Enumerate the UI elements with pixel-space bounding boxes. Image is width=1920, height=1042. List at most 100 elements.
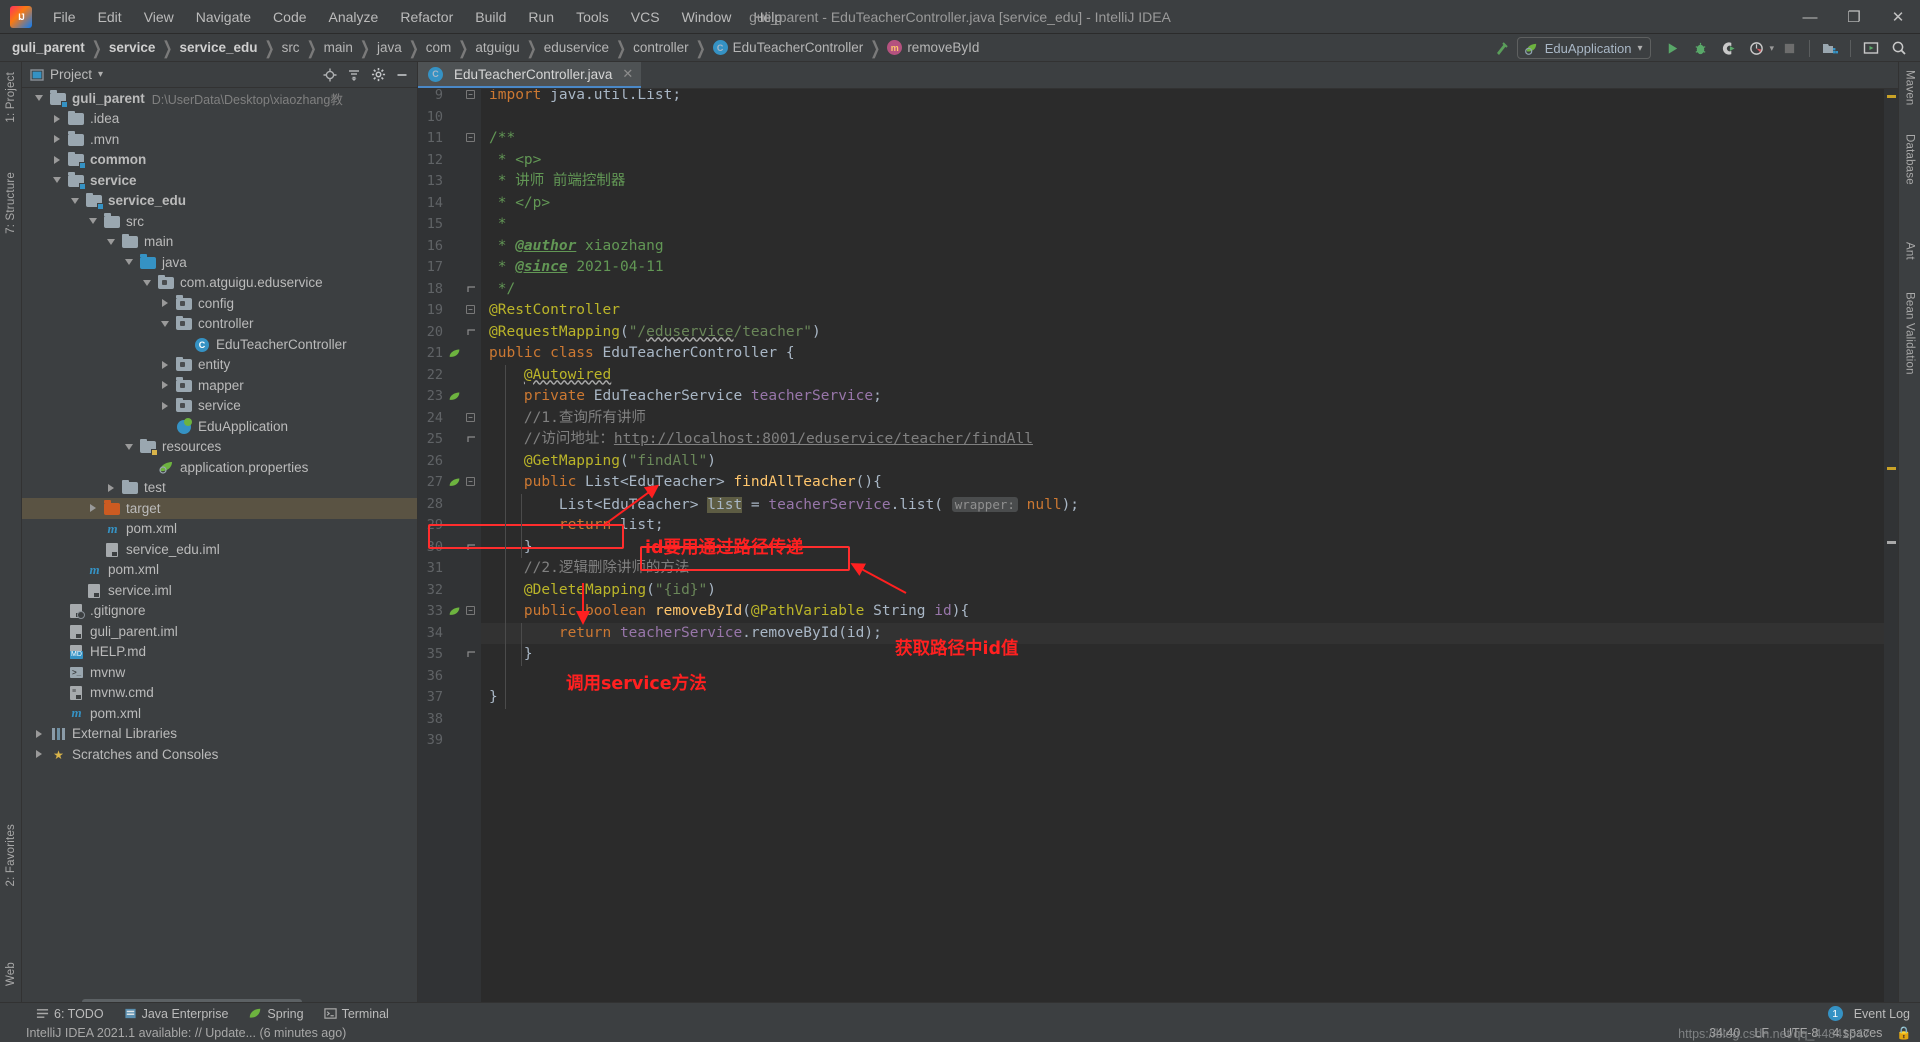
tree-item-java[interactable]: java [22,252,417,273]
project-tree[interactable]: guli_parent D:\UserData\Desktop\xiaozhang… [22,88,417,1006]
fold-end-icon[interactable] [466,284,477,295]
code-line-24[interactable]: //1.查询所有讲师 [489,408,646,430]
tool-window-web[interactable]: Web [5,962,17,986]
tree-item--mvn[interactable]: .mvn [22,129,417,150]
fold-open-icon[interactable]: − [466,305,475,314]
code-line-9[interactable]: import java.util.List; [489,89,681,107]
tree-item-common[interactable]: common [22,150,417,171]
project-structure-icon[interactable] [1817,36,1843,60]
chevron-right-icon[interactable] [154,401,176,410]
code-line-11[interactable]: /** [489,128,515,150]
code-line-23[interactable]: private EduTeacherService teacherService… [489,386,882,408]
menu-build[interactable]: Build [464,5,517,29]
chevron-right-icon[interactable] [28,729,50,738]
code-line-32[interactable]: @DeleteMapping("{id}") [489,580,716,602]
tree-item-service-edu-iml[interactable]: service_edu.iml [22,539,417,560]
menu-window[interactable]: Window [671,5,743,29]
tool-window-maven[interactable]: Maven [1904,70,1916,106]
chevron-down-icon[interactable] [118,259,140,266]
code-line-33[interactable]: public boolean removeById(@PathVariable … [489,601,969,623]
marker-warning[interactable] [1887,467,1896,470]
breadcrumb-item-src[interactable]: src [282,40,300,55]
fold-open-icon[interactable]: − [466,90,475,99]
menu-tools[interactable]: Tools [565,5,620,29]
code-line-34[interactable]: return teacherService.removeById(id); [489,623,882,645]
code-line-35[interactable]: } [489,644,533,666]
close-button[interactable]: ✕ [1876,0,1920,34]
run-configuration-selector[interactable]: EduApplication ▾ [1516,37,1652,59]
marker-warning[interactable] [1887,95,1896,98]
code-line-16[interactable]: * @author xiaozhang [489,236,664,258]
code-line-30[interactable]: } [489,537,533,559]
tree-item-mvnw[interactable]: >_ mvnw [22,662,417,683]
debug-icon[interactable] [1687,36,1713,60]
tree-item-config[interactable]: config [22,293,417,314]
tool-window-ant[interactable]: Ant [1904,242,1916,260]
run-icon[interactable] [1659,36,1685,60]
code-line-13[interactable]: * 讲师 前端控制器 [489,171,626,193]
tree-item-eduteachercontroller[interactable]: C EduTeacherController [22,334,417,355]
tree-item--idea[interactable]: .idea [22,109,417,130]
code-line-27[interactable]: public List<EduTeacher> findAllTeacher()… [489,472,882,494]
tree-item-scratches-and-consoles[interactable]: ★ Scratches and Consoles [22,744,417,765]
tree-item-service[interactable]: service [22,396,417,417]
tree-item-guli-parent[interactable]: guli_parent D:\UserData\Desktop\xiaozhang… [22,88,417,109]
tree-item-mvnw-cmd[interactable]: ≡ mvnw.cmd [22,683,417,704]
code-view[interactable]: 9 10 11 12 13 14 15 16 17 18 19 20 21 22 23 24 25 26 27 28 2… [418,89,1898,1006]
breadcrumb-item-service-edu[interactable]: service_edu [179,40,257,55]
tree-item-entity[interactable]: entity [22,355,417,376]
fold-end-icon[interactable] [466,542,477,553]
breadcrumb-item-guli-parent[interactable]: guli_parent [12,40,85,55]
gutter-spring-bean-icon[interactable] [448,347,461,360]
tool-window-project[interactable]: 1: Project [5,72,17,123]
tree-item-target[interactable]: target [22,498,417,519]
tree-item-mapper[interactable]: mapper [22,375,417,396]
tool-window-database[interactable]: Database [1904,134,1916,185]
breadcrumb-item-service[interactable]: service [109,40,156,55]
tree-item--gitignore[interactable]: .gitignore [22,601,417,622]
chevron-down-icon[interactable] [82,218,104,225]
java-enterprise-button[interactable]: Java Enterprise [114,1003,239,1025]
chevron-down-icon[interactable]: ▾ [98,69,103,80]
fold-end-icon[interactable] [466,649,477,660]
tool-window-structure[interactable]: 7: Structure [5,172,17,234]
chevron-down-icon[interactable] [136,279,158,286]
code-line-28[interactable]: List<EduTeacher> list = teacherService.l… [489,494,1079,516]
code-line-21[interactable]: public class EduTeacherController { [489,343,795,365]
chevron-down-icon[interactable] [154,320,176,327]
tree-item-service[interactable]: service [22,170,417,191]
code-line-19[interactable]: @RestController [489,300,620,322]
code-line-17[interactable]: * @since 2021-04-11 [489,257,664,279]
breadcrumb-item-method[interactable]: m removeById [887,40,979,55]
close-icon[interactable]: ✕ [622,66,633,82]
chevron-right-icon[interactable] [154,360,176,369]
terminal-button[interactable]: Terminal [314,1003,399,1025]
tree-item-service-iml[interactable]: service.iml [22,580,417,601]
chevron-down-icon[interactable] [118,443,140,450]
breadcrumb-item-controller[interactable]: controller [633,40,689,55]
code-line-18[interactable]: */ [489,279,515,301]
minimize-button[interactable]: — [1788,0,1832,34]
code-line-14[interactable]: * </p> [489,193,550,215]
gutter-spring-bean-icon[interactable] [448,605,461,618]
chevron-down-icon[interactable] [100,238,122,245]
tree-item-controller[interactable]: controller [22,314,417,335]
chevron-right-icon[interactable] [154,381,176,390]
chevron-right-icon[interactable] [46,155,68,164]
code-line-15[interactable]: * [489,214,507,236]
fold-open-icon[interactable]: − [466,133,475,142]
tool-window-favorites[interactable]: 2: Favorites [5,824,17,886]
code-line-25[interactable]: //访问地址：http://localhost:8001/eduservice/… [489,429,1033,451]
tree-item-pom-xml[interactable]: m pom.xml [22,703,417,724]
build-hammer-icon[interactable] [1489,36,1515,60]
breadcrumb-item-com[interactable]: com [426,40,452,55]
editor-tab-eduteachercontroller[interactable]: C EduTeacherController.java ✕ [418,62,642,88]
menu-analyze[interactable]: Analyze [318,5,390,29]
lock-icon[interactable]: 🔒 [1896,1026,1912,1041]
tree-item-resources[interactable]: resources [22,437,417,458]
fold-open-icon[interactable]: − [466,412,475,422]
editor-gutter[interactable]: 9 10 11 12 13 14 15 16 17 18 19 20 21 22 23 24 25 26 27 28 2… [418,89,481,1006]
menu-vcs[interactable]: VCS [620,5,671,29]
breadcrumb-item-java[interactable]: java [377,40,402,55]
code-line-31[interactable]: //2.逻辑删除讲师的方法 [489,558,689,580]
